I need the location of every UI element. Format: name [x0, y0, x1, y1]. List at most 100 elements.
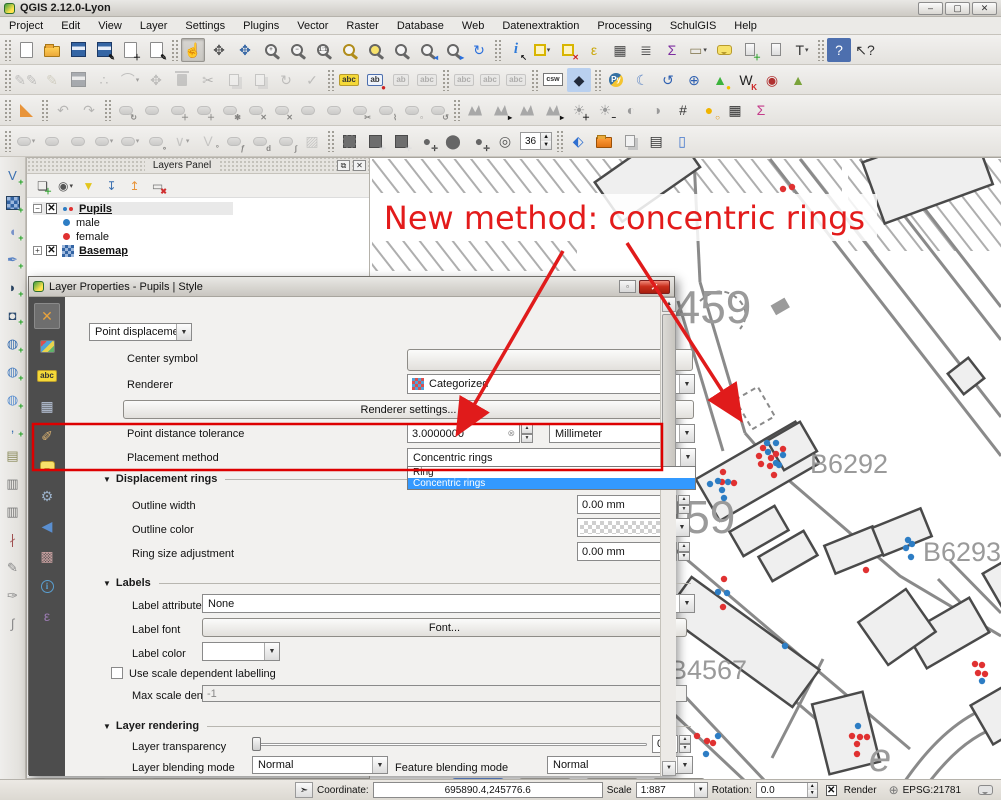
menu-help[interactable]: Help [725, 18, 766, 34]
raster-calculator[interactable]: ▦ [723, 98, 747, 122]
layer-checkbox[interactable]: ✕ [46, 245, 57, 256]
add-wms-layer[interactable]: ◍+ [2, 332, 24, 354]
tab-display[interactable] [34, 453, 60, 479]
toolbar-grip[interactable] [327, 69, 334, 91]
pdt-spinner[interactable]: ▲▼ [521, 424, 533, 443]
render-checkbox[interactable]: ✕ [826, 785, 837, 796]
select-rectangle-dark[interactable] [337, 129, 361, 153]
coordinate-field[interactable]: 695890.4,245776.6 [373, 782, 603, 798]
new-project[interactable] [14, 38, 38, 62]
composer-manager[interactable]: ✎ [144, 38, 168, 62]
help-contents[interactable]: ? [827, 38, 851, 62]
add-postgis-layer[interactable]: ◖+ [2, 220, 24, 242]
zoom-native[interactable]: 1:1 [311, 38, 335, 62]
toolbar-grip[interactable] [4, 69, 11, 91]
advanced-digitizing[interactable] [14, 98, 38, 122]
remove-layer-group[interactable]: ▭✖ [147, 176, 168, 196]
add-mssql-layer[interactable]: ◗+ [2, 276, 24, 298]
redo[interactable]: ↷ [77, 98, 101, 122]
delete-selected[interactable] [170, 68, 194, 92]
new-bookmark[interactable]: ＋ [738, 38, 762, 62]
tab-fields[interactable]: ▦ [34, 393, 60, 419]
dialog-close-button[interactable]: ✕ [639, 280, 670, 294]
zoom-out[interactable]: − [285, 38, 309, 62]
node-tool[interactable]: ⌒▾ [118, 68, 142, 92]
osm-shield-tool[interactable]: ◉ [760, 68, 784, 92]
layer-transparency-slider[interactable] [252, 737, 647, 751]
delete-part[interactable]: ✕ [270, 98, 294, 122]
simplify-feature-adv[interactable] [140, 98, 164, 122]
circle-dots-tool[interactable]: ●○ [697, 98, 721, 122]
label-pin[interactable]: ab● [363, 68, 387, 92]
local-cumulative-stretch[interactable] [515, 98, 539, 122]
label-highlight[interactable]: abc [415, 68, 439, 92]
epsg-status[interactable]: EPSG:21781 [903, 785, 961, 796]
label-properties[interactable]: abc [504, 68, 528, 92]
simplify-feature[interactable]: ✓ [300, 68, 324, 92]
manage-layer-visibility[interactable]: ◉▾ [55, 176, 76, 196]
swap-view-tool[interactable]: ⬖ [566, 129, 590, 153]
close-button[interactable]: ✕ [972, 2, 997, 15]
size-spinbox-steppers[interactable]: ▲▼ [540, 133, 551, 149]
toolbar-grip[interactable] [327, 130, 334, 152]
menu-settings[interactable]: Settings [176, 18, 234, 34]
circle-plus[interactable]: ●✛ [467, 129, 491, 153]
save-layer-edits[interactable] [66, 68, 90, 92]
add-group[interactable]: ❏＋ [32, 176, 53, 196]
dropdown-option-concentric-rings[interactable]: Concentric rings [408, 478, 695, 489]
rotation-spinbox[interactable]: 0.0 ▲▼ [756, 782, 818, 798]
label-rotate[interactable]: abc [478, 68, 502, 92]
scale-dependent-checkbox[interactable] [111, 667, 123, 679]
toolbar-grip[interactable] [104, 99, 111, 121]
add-raster-layer[interactable]: + [2, 192, 24, 214]
blob-tool-a[interactable] [66, 129, 90, 153]
toolbar-grip[interactable] [556, 130, 563, 152]
toolbar-grip[interactable] [453, 99, 460, 121]
metasearch[interactable]: ◆ [567, 68, 591, 92]
reshape-features[interactable] [296, 98, 320, 122]
increase-contrast[interactable]: ◐ [619, 98, 643, 122]
split-parts[interactable]: ⌇ [374, 98, 398, 122]
add-delimited-text-layer[interactable]: ,+ [2, 416, 24, 438]
toolbar-grip[interactable] [171, 39, 178, 61]
dialog-help-button[interactable]: ▫ [619, 280, 636, 293]
hatch-tool[interactable]: ▨ [300, 129, 324, 153]
toolbar-grip[interactable] [531, 69, 538, 91]
toolbar-grip[interactable] [41, 99, 48, 121]
clear-field-icon[interactable]: ⊗ [507, 428, 515, 439]
dropdown-option-ring[interactable]: Ring [408, 467, 695, 478]
python-console[interactable]: Py [604, 68, 628, 92]
toggle-editing[interactable]: ✎ [40, 68, 64, 92]
field-calculator[interactable]: ≣ [634, 38, 658, 62]
decrease-brightness[interactable]: ☀− [593, 98, 617, 122]
grid-tool[interactable]: # [671, 98, 695, 122]
menu-datenextraktion[interactable]: Datenextraktion [493, 18, 588, 34]
csw-search[interactable]: csw [541, 68, 565, 92]
scroll-thumb[interactable] [662, 314, 676, 484]
menu-project[interactable]: Project [0, 18, 52, 34]
node-rail-tool[interactable]: ✑ [2, 584, 24, 606]
add-wcs-layer[interactable]: ◍+ [2, 360, 24, 382]
copy-pages-tool[interactable] [618, 129, 642, 153]
expand-all[interactable]: ↧ [101, 176, 122, 196]
show-statistical-summary[interactable]: Σ [660, 38, 684, 62]
tab-actions[interactable]: ⚙ [34, 483, 60, 509]
vector-green-tool[interactable]: ▲● [708, 68, 732, 92]
cut-features[interactable]: ✂ [196, 68, 220, 92]
split-features[interactable]: ✂ [348, 98, 372, 122]
rotation-down-icon[interactable]: ▼ [807, 790, 817, 797]
select-cross[interactable]: ✛ [389, 129, 413, 153]
show-bookmarks[interactable] [764, 38, 788, 62]
menu-vector[interactable]: Vector [288, 18, 337, 34]
layer-blending-combo[interactable]: Normal ▼ [252, 756, 388, 774]
toolbar-grip[interactable] [4, 39, 11, 61]
toolbar-grip[interactable] [594, 69, 601, 91]
menu-schulgis[interactable]: SchulGIS [661, 18, 725, 34]
map-tips[interactable] [712, 38, 736, 62]
add-oracle-layer[interactable]: ◘+ [2, 304, 24, 326]
label-font-button[interactable]: Font... [202, 618, 687, 637]
rotation-up-icon[interactable]: ▲ [807, 783, 817, 790]
pan-map[interactable]: ✥ [207, 38, 231, 62]
processing-history[interactable]: ↺ [656, 68, 680, 92]
current-edits[interactable]: ✎✎ [14, 68, 38, 92]
